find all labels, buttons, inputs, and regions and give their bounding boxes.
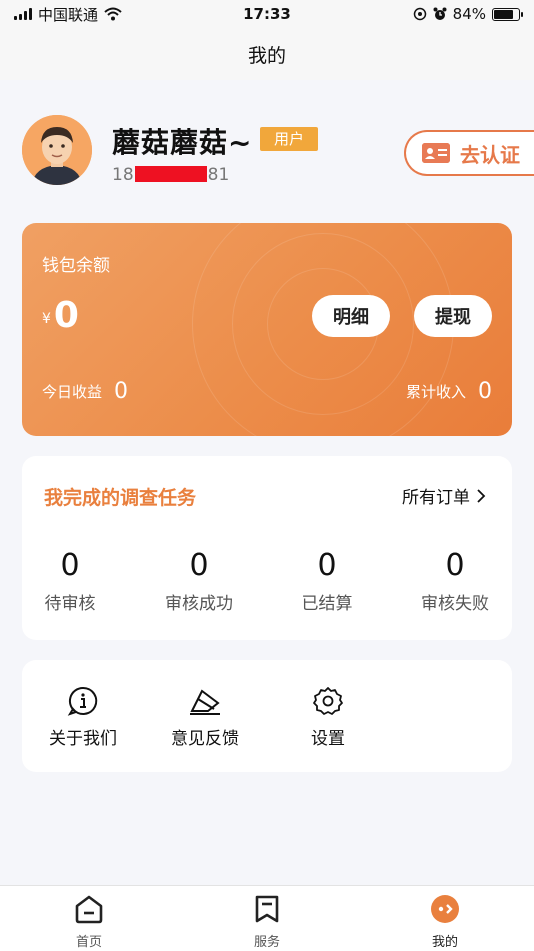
tab-label: 我的 (431, 935, 458, 950)
carrier-name: 中国联通 (38, 5, 99, 24)
stat-value: 0 (189, 548, 209, 583)
info-icon (28, 684, 138, 718)
nav-bar: 我的 (0, 28, 534, 80)
stat-label: 审核失败 (421, 594, 489, 614)
menu-label: 关于我们 (49, 729, 117, 749)
feedback-icon (150, 684, 260, 718)
page-title: 我的 (247, 44, 286, 67)
gear-icon (273, 684, 383, 718)
status-right: 84% (413, 5, 523, 23)
profile-icon (431, 895, 459, 923)
menu-card: 关于我们 意见反馈 设置 (22, 660, 512, 772)
menu-item-feedback[interactable]: 意见反馈 (150, 684, 260, 749)
status-time: 17:33 (243, 5, 291, 23)
stat-approved[interactable]: 0 审核成功 (139, 548, 259, 614)
id-card-icon (422, 143, 450, 163)
wallet-title: 钱包余额 (42, 256, 110, 276)
total-label: 累计收入 (405, 383, 466, 401)
status-bar: 中国联通 17:33 84% (0, 0, 534, 28)
tab-services[interactable]: 服务 (222, 894, 312, 950)
verify-button[interactable]: 去认证 (404, 130, 534, 176)
bookmark-icon (255, 895, 279, 923)
alarm-icon (433, 7, 447, 20)
phone-suffix: 81 (207, 165, 230, 185)
menu-label: 设置 (311, 729, 345, 749)
wallet-card: 钱包余额 ¥0 明细 提现 今日收益 0 累计收入 0 (22, 223, 512, 436)
today-label: 今日收益 (42, 383, 103, 401)
signal-icon (14, 8, 32, 20)
balance-value: 0 (53, 295, 79, 336)
today-value: 0 (114, 379, 129, 404)
home-icon (75, 895, 103, 924)
phone-number: 18 81 (112, 165, 229, 185)
phone-prefix: 18 (112, 165, 134, 185)
all-orders-link[interactable]: 所有订单 (402, 483, 486, 508)
stat-label: 待审核 (44, 594, 96, 614)
wallet-balance: ¥0 (42, 295, 79, 336)
stat-value: 0 (317, 548, 337, 583)
verify-label: 去认证 (460, 142, 520, 167)
battery-icon (492, 7, 523, 21)
menu-label: 意见反馈 (171, 729, 239, 749)
stat-label: 已结算 (301, 594, 353, 614)
tab-bar: 首页 服务 我的 (0, 885, 534, 951)
stat-settled[interactable]: 0 已结算 (267, 548, 387, 614)
role-badge: 用户 (260, 127, 319, 151)
avatar[interactable] (22, 115, 92, 185)
phone-redaction (134, 166, 207, 182)
username: 蘑菇蘑菇~ (112, 126, 253, 159)
tab-label: 首页 (75, 935, 102, 950)
stat-failed[interactable]: 0 审核失败 (395, 548, 515, 614)
menu-item-settings[interactable]: 设置 (273, 684, 383, 749)
stat-value: 0 (445, 548, 465, 583)
tab-profile[interactable]: 我的 (400, 894, 490, 950)
currency-symbol: ¥ (42, 311, 51, 327)
stat-pending[interactable]: 0 待审核 (10, 548, 130, 614)
stat-value: 0 (60, 548, 80, 583)
tab-home[interactable]: 首页 (44, 894, 134, 950)
status-left: 中国联通 (14, 4, 122, 25)
total-income: 累计收入 0 (406, 379, 492, 404)
stat-label: 审核成功 (165, 594, 233, 614)
withdraw-button[interactable]: 提现 (414, 295, 492, 337)
menu-item-about[interactable]: 关于我们 (28, 684, 138, 749)
total-value: 0 (478, 379, 492, 404)
orientation-lock-icon (413, 7, 426, 21)
detail-button[interactable]: 明细 (312, 295, 390, 337)
today-earnings: 今日收益 0 (42, 379, 128, 404)
avatar-illustration (22, 115, 92, 185)
wifi-icon (104, 7, 122, 21)
all-orders-label: 所有订单 (402, 488, 470, 508)
tab-label: 服务 (253, 935, 280, 950)
tasks-card: 我完成的调查任务 所有订单 0 待审核 0 审核成功 0 已结算 0 审核失败 (22, 456, 512, 640)
tasks-title: 我完成的调查任务 (44, 487, 197, 509)
battery-percent: 84% (452, 5, 486, 23)
chevron-right-icon (477, 488, 486, 503)
